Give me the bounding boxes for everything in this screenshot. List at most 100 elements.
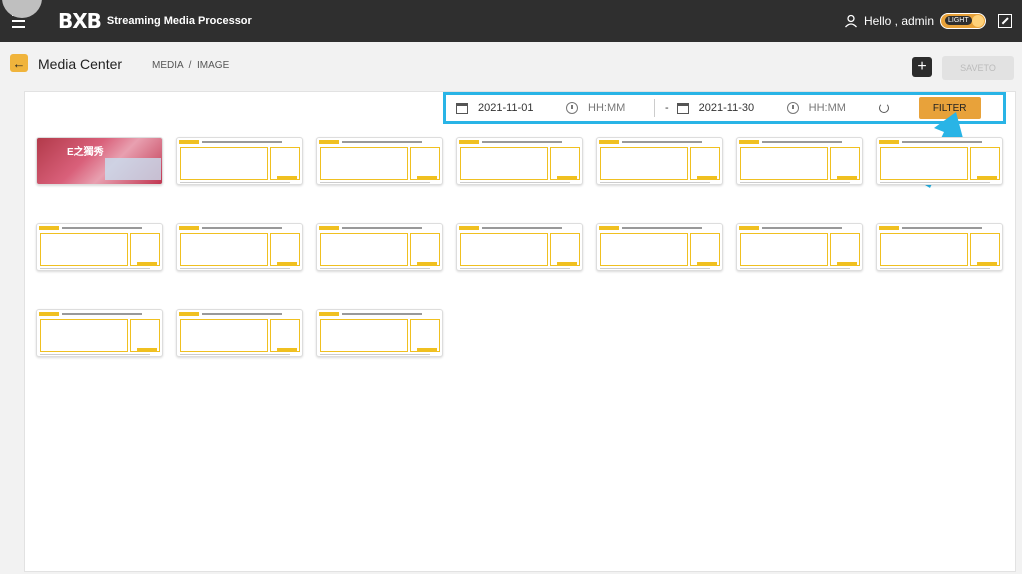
thumbnail-tag — [697, 176, 717, 179]
thumbnail-hdrline — [902, 141, 982, 143]
thumbnail-hdrline — [202, 141, 282, 143]
media-thumbnail[interactable] — [36, 309, 163, 357]
thumbnail-foot — [180, 182, 290, 183]
start-date-input[interactable]: 2021-11-01 — [474, 102, 566, 114]
thumbnail-hdrline — [622, 141, 702, 143]
theme-toggle[interactable]: LIGHT — [940, 13, 986, 29]
media-thumbnail[interactable] — [596, 223, 723, 271]
thumbnail-tag — [977, 262, 997, 265]
thumbnail-hdr — [39, 312, 59, 316]
thumbnail-hdrline — [342, 313, 422, 315]
thumbnail-hdr — [459, 140, 479, 144]
toggle-knob — [972, 15, 984, 27]
calendar-icon[interactable] — [456, 102, 468, 114]
user-greeting[interactable]: Hello , admin — [864, 14, 934, 28]
thumbnail-hdrline — [902, 227, 982, 229]
page-title: Media Center — [38, 56, 123, 72]
media-thumbnail[interactable] — [456, 223, 583, 271]
thumbnail-main — [880, 147, 968, 180]
media-thumbnail[interactable] — [316, 223, 443, 271]
theme-toggle-label: LIGHT — [945, 16, 972, 25]
thumbnail-hdrline — [482, 227, 562, 229]
thumbnail-tag — [837, 262, 857, 265]
thumbnail-main — [740, 147, 828, 180]
thumbnail-tag — [417, 348, 437, 351]
thumbnail-foot — [880, 182, 990, 183]
saveto-button[interactable]: SAVETO — [942, 56, 1014, 80]
media-thumbnail[interactable] — [456, 137, 583, 185]
media-thumbnail[interactable] — [316, 137, 443, 185]
media-thumbnail[interactable] — [876, 137, 1003, 185]
thumbnail-hdr — [179, 312, 199, 316]
thumbnail-tag — [697, 262, 717, 265]
media-thumbnail[interactable] — [736, 137, 863, 185]
thumbnail-tag — [137, 348, 157, 351]
thumbnail-main — [460, 147, 548, 180]
thumbnail-foot — [40, 354, 150, 355]
thumbnail-hdr — [599, 140, 619, 144]
thumbnail-hdrline — [202, 313, 282, 315]
media-thumbnail[interactable] — [176, 309, 303, 357]
thumbnail-foot — [180, 268, 290, 269]
media-thumbnail[interactable]: E之獨秀 — [36, 137, 163, 185]
media-thumbnail[interactable] — [316, 309, 443, 357]
thumbnail-main — [180, 147, 268, 180]
thumbnail-hdrline — [342, 141, 422, 143]
back-button[interactable]: ← — [10, 54, 28, 72]
thumbnail-hdrline — [762, 141, 842, 143]
end-date-input[interactable]: 2021-11-30 — [695, 102, 787, 114]
media-thumbnail[interactable] — [36, 223, 163, 271]
add-button[interactable]: + — [912, 57, 932, 77]
thumbnail-hdr — [319, 140, 339, 144]
fullscreen-icon[interactable] — [998, 14, 1012, 28]
thumbnail-main — [740, 233, 828, 266]
thumbnail-hdr — [319, 226, 339, 230]
thumbnail-tag — [417, 262, 437, 265]
thumbnail-foot — [40, 268, 150, 269]
clock-icon[interactable] — [566, 102, 578, 114]
thumbnail-hdr — [879, 140, 899, 144]
clock-icon[interactable] — [786, 102, 799, 114]
media-thumbnail[interactable] — [176, 137, 303, 185]
range-separator: - — [665, 102, 669, 114]
thumbnail-hdrline — [342, 227, 422, 229]
thumbnail-foot — [740, 268, 850, 269]
thumbnail-foot — [180, 354, 290, 355]
thumbnail-tag — [977, 176, 997, 179]
thumbnail-foot — [880, 268, 990, 269]
thumbnail-hdr — [599, 226, 619, 230]
thumbnail-foot — [600, 182, 710, 183]
thumbnail-main — [600, 233, 688, 266]
thumbnail-hdrline — [62, 227, 142, 229]
thumbnail-hdr — [319, 312, 339, 316]
thumbnail-main — [320, 147, 408, 180]
sub-header: ← Media Center MEDIA / IMAGE + SAVETO — [0, 42, 1022, 92]
thumbnail-main — [320, 319, 408, 352]
calendar-icon[interactable] — [676, 102, 689, 114]
start-time-input[interactable]: HH:MM — [588, 102, 654, 114]
thumbnail-tag — [557, 176, 577, 179]
thumbnail-foot — [320, 268, 430, 269]
thumbnail-hdr — [879, 226, 899, 230]
thumbnail-foot — [460, 182, 570, 183]
thumbnail-hdrline — [62, 313, 142, 315]
brand-logo: BXB — [58, 9, 102, 33]
thumbnail-hdr — [739, 226, 759, 230]
media-thumbnail[interactable] — [176, 223, 303, 271]
end-time-input[interactable]: HH:MM — [809, 102, 875, 114]
thumbnail-hdrline — [622, 227, 702, 229]
media-thumbnail[interactable] — [736, 223, 863, 271]
thumbnail-hdr — [459, 226, 479, 230]
thumbnail-tag — [277, 262, 297, 265]
breadcrumb: MEDIA / IMAGE — [152, 60, 230, 71]
thumbnail-hdrline — [762, 227, 842, 229]
thumbnail-hdr — [739, 140, 759, 144]
media-thumbnail[interactable] — [596, 137, 723, 185]
thumbnail-hdr — [179, 140, 199, 144]
media-thumbnail[interactable] — [876, 223, 1003, 271]
thumbnail-tag — [417, 176, 437, 179]
thumbnail-text: E之獨秀 — [67, 147, 104, 158]
refresh-icon[interactable] — [878, 103, 889, 113]
arrow-left-icon: ← — [12, 55, 26, 71]
thumbnail-main — [880, 233, 968, 266]
